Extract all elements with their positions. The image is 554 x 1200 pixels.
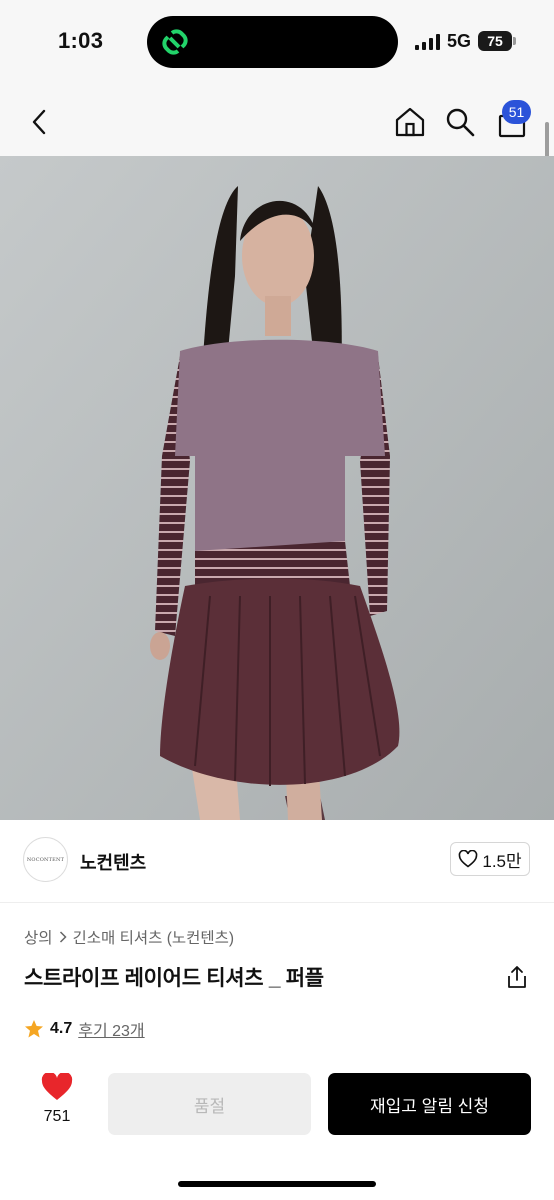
rating-value: 4.7 [50,1020,73,1037]
cart-count-badge: 51 [502,100,531,124]
share-icon [508,966,526,988]
search-button[interactable] [440,102,480,142]
brand-name[interactable]: 노컨텐츠 [80,849,146,875]
product-image[interactable] [0,156,554,820]
home-icon [395,107,425,137]
soldout-button: 품절 [108,1073,311,1135]
dynamic-island[interactable] [147,16,398,68]
heart-filled-icon [41,1071,73,1100]
network-type: 5G [447,31,472,51]
brand-like-count: 1.5만 [482,851,522,871]
star-icon [25,1020,43,1038]
link-chain-icon [162,29,188,55]
brand-logo-text: NOCONTENT [26,856,65,863]
divider [0,902,554,903]
back-button[interactable] [20,102,60,142]
product-photo [0,156,554,820]
wishlist-count: 751 [43,1108,71,1125]
top-nav [0,90,554,156]
chevron-right-icon [59,931,67,943]
home-button[interactable] [390,102,430,142]
cellular-signal-icon [415,34,440,50]
brand-logo[interactable]: NOCONTENT [23,837,68,882]
heart-outline-icon [459,850,478,868]
battery-tip [513,37,516,45]
search-icon [446,108,475,137]
rating-row: 4.7 후기 23개 [24,1017,145,1041]
back-arrow-icon [32,109,46,135]
status-time: 1:03 [58,28,104,53]
status-bar: 1:03 5G 75 [0,0,554,90]
share-button[interactable] [504,964,530,990]
breadcrumb-subcategory[interactable]: 긴소매 티셔츠 (노컨텐츠) [73,926,235,948]
review-count-link[interactable]: 후기 23개 [78,1017,144,1041]
brand-like-button[interactable]: 1.5만 [450,842,530,876]
home-indicator [178,1181,376,1187]
battery-level: 75 [487,33,503,49]
product-title: 스트라이프 레이어드 티셔츠 _ 퍼플 [24,967,324,990]
breadcrumb-category[interactable]: 상의 [24,926,53,948]
restock-alert-button[interactable]: 재입고 알림 신청 [328,1073,531,1135]
wishlist-button[interactable]: 751 [33,1071,81,1126]
brand-row[interactable]: NOCONTENT 노컨텐츠 1.5만 [0,820,554,902]
breadcrumb: 상의 긴소매 티셔츠 (노컨텐츠) [24,926,234,948]
battery-icon: 75 [478,31,512,51]
